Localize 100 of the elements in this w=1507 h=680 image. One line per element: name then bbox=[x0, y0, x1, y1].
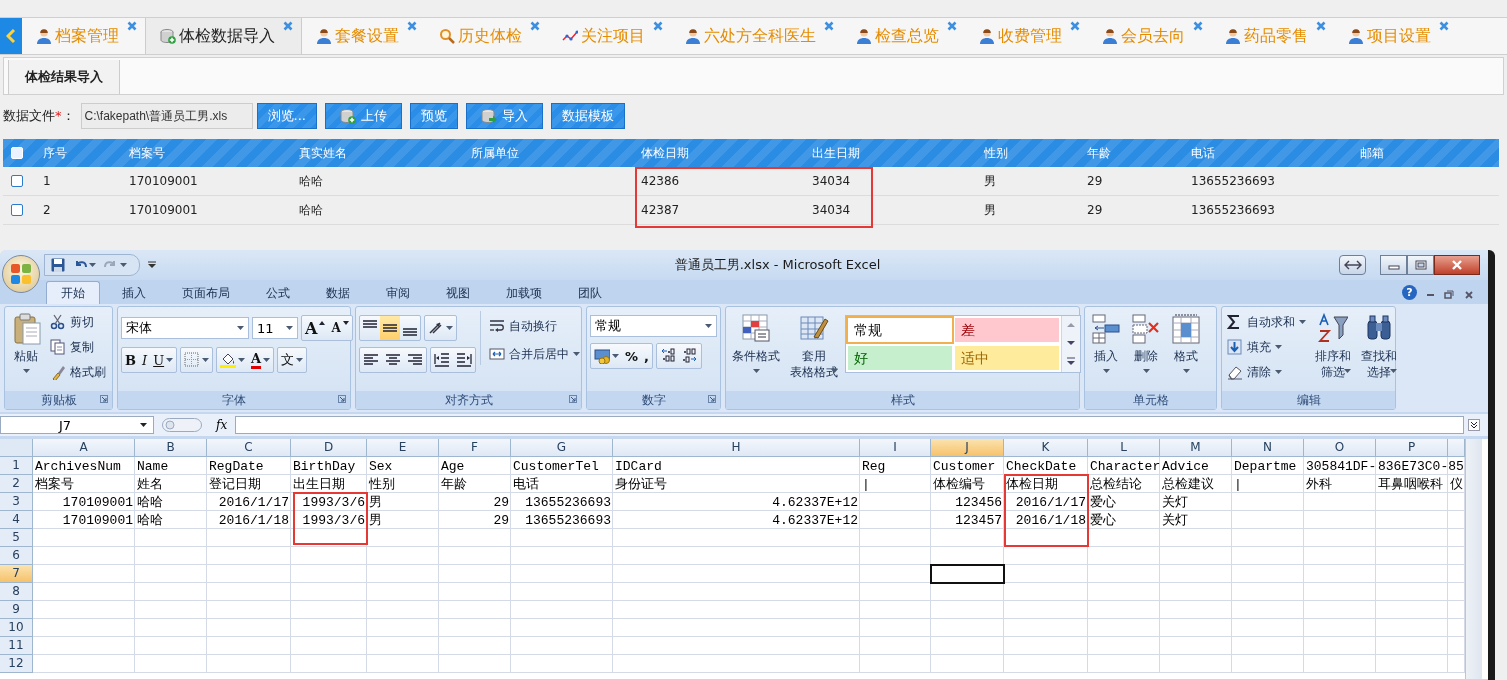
caret-icon bbox=[1344, 369, 1351, 373]
ribbon-button[interactable]: 填充 bbox=[1225, 336, 1308, 358]
column-header[interactable]: P bbox=[1376, 439, 1448, 457]
ribbon-button[interactable]: 删除 bbox=[1128, 311, 1164, 375]
name-box[interactable]: J7 bbox=[0, 416, 154, 434]
ribbon-tab[interactable]: 审阅 bbox=[372, 282, 424, 304]
ribbon-tab[interactable]: 视图 bbox=[432, 282, 484, 304]
column-header[interactable]: 档案号 bbox=[119, 144, 289, 162]
cell-text: 123457 bbox=[955, 511, 1002, 529]
column-header[interactable]: 真实姓名 bbox=[289, 144, 461, 162]
insert-function-button[interactable]: fx bbox=[212, 418, 232, 432]
ribbon-button[interactable]: 格式 bbox=[1168, 311, 1204, 375]
align-lines-icon bbox=[363, 320, 377, 328]
save-button[interactable] bbox=[49, 258, 67, 272]
column-header[interactable]: E bbox=[367, 439, 439, 457]
cell-text: 年龄 bbox=[441, 475, 467, 493]
tab[interactable]: 体检数据导入 bbox=[145, 18, 302, 54]
row-header[interactable]: 12 bbox=[0, 655, 33, 673]
bold-button[interactable]: B bbox=[122, 348, 139, 372]
row-header[interactable]: 10 bbox=[0, 619, 33, 637]
ribbon-button[interactable]: 清除 bbox=[1225, 361, 1308, 383]
number-format-dropdown[interactable]: 常规 bbox=[590, 315, 717, 337]
ribbon-tab[interactable]: 开始 bbox=[46, 281, 100, 304]
scrollbar[interactable] bbox=[1465, 439, 1482, 679]
column-header[interactable]: O bbox=[1304, 439, 1376, 457]
selected-cell[interactable] bbox=[931, 565, 1004, 583]
ribbon-button[interactable]: 自动换行 bbox=[487, 315, 582, 337]
column-header[interactable]: 所属单位 bbox=[461, 144, 631, 162]
column-header[interactable]: D bbox=[291, 439, 367, 457]
row-header[interactable]: 5 bbox=[0, 529, 33, 547]
copy-icon bbox=[50, 339, 66, 355]
ribbon-button[interactable]: 合并后居中 bbox=[487, 343, 582, 365]
row-header[interactable]: 9 bbox=[0, 601, 33, 619]
ribbon-tab[interactable]: 插入 bbox=[108, 282, 160, 304]
paste-button[interactable]: 粘贴 bbox=[8, 311, 44, 375]
column-header[interactable]: A bbox=[33, 439, 135, 457]
shrink-font-button[interactable]: A bbox=[328, 316, 352, 340]
column-header[interactable]: B bbox=[135, 439, 207, 457]
caret-icon bbox=[286, 326, 293, 330]
file-field[interactable]: C:\fakepath\普通员工男.xls bbox=[80, 103, 253, 129]
column-header[interactable]: M bbox=[1160, 439, 1232, 457]
font-size-dropdown[interactable]: 11 bbox=[252, 317, 298, 339]
column-header[interactable]: G bbox=[511, 439, 613, 457]
row-header[interactable]: 1 bbox=[0, 457, 33, 475]
column-header[interactable]: 电话 bbox=[1181, 144, 1350, 162]
font-name-dropdown[interactable]: 宋体 bbox=[121, 317, 249, 339]
ribbon-button[interactable]: 插入 bbox=[1088, 311, 1124, 375]
column-header[interactable]: I bbox=[860, 439, 931, 457]
ribbon-tab[interactable]: 公式 bbox=[252, 282, 304, 304]
column-header[interactable]: F bbox=[439, 439, 511, 457]
ribbon-button[interactable]: 条件格式 bbox=[729, 311, 783, 375]
column-header[interactable]: 年龄 bbox=[1077, 144, 1181, 162]
column-header[interactable]: K bbox=[1004, 439, 1088, 457]
row-header[interactable]: 7 bbox=[0, 565, 33, 583]
resize-button[interactable] bbox=[1339, 255, 1366, 275]
column-header[interactable]: 序号 bbox=[33, 144, 119, 162]
ribbon-button[interactable]: 复制 bbox=[48, 336, 108, 358]
ribbon-tab[interactable]: 数据 bbox=[312, 282, 364, 304]
row-header[interactable]: 6 bbox=[0, 547, 33, 565]
tab[interactable]: 体检结果导入 bbox=[8, 60, 120, 94]
formula-field[interactable] bbox=[235, 416, 1464, 434]
ribbon-button[interactable]: 剪切 bbox=[48, 311, 108, 333]
column-header[interactable]: N bbox=[1232, 439, 1304, 457]
cell-style[interactable]: 好 bbox=[848, 345, 952, 370]
italic-button[interactable]: I bbox=[139, 348, 151, 372]
checkbox[interactable] bbox=[11, 175, 23, 187]
column-header[interactable]: C bbox=[207, 439, 291, 457]
help-button[interactable]: ? bbox=[1402, 284, 1417, 300]
row-header[interactable]: 3 bbox=[0, 493, 33, 511]
cell-style[interactable]: 适中 bbox=[955, 345, 1059, 370]
column-header[interactable]: 出生日期 bbox=[802, 144, 974, 162]
back-button[interactable] bbox=[0, 18, 22, 54]
checkbox[interactable] bbox=[11, 204, 23, 216]
column-header[interactable]: 邮箱 bbox=[1350, 144, 1499, 162]
column-header[interactable]: L bbox=[1088, 439, 1160, 457]
minimize-button[interactable] bbox=[1380, 255, 1407, 275]
underline-button[interactable]: U bbox=[150, 348, 177, 372]
column-header[interactable]: H bbox=[613, 439, 860, 457]
align-button[interactable] bbox=[380, 316, 400, 340]
close-button[interactable] bbox=[1434, 255, 1480, 275]
row-header[interactable]: 8 bbox=[0, 583, 33, 601]
cell-style[interactable]: 差 bbox=[955, 318, 1059, 342]
percent-button[interactable]: % bbox=[622, 344, 642, 368]
ribbon-tab[interactable]: 页面布局 bbox=[168, 282, 244, 304]
row-header[interactable]: 2 bbox=[0, 475, 33, 493]
ribbon-button[interactable]: 自动求和 bbox=[1225, 311, 1308, 333]
ribbon-tab[interactable]: 加载项 bbox=[492, 282, 556, 304]
grow-font-button[interactable]: A bbox=[302, 316, 329, 340]
phonetic-button[interactable]: 文 bbox=[278, 348, 307, 372]
column-header[interactable]: J bbox=[931, 439, 1004, 457]
restore-button[interactable] bbox=[1407, 255, 1434, 275]
table-cell-text: 29 bbox=[1086, 174, 1104, 188]
caret-icon bbox=[1102, 369, 1110, 373]
ribbon-tab[interactable]: 团队 bbox=[564, 282, 616, 304]
row-header[interactable]: 4 bbox=[0, 511, 33, 529]
column-header[interactable]: 性别 bbox=[974, 144, 1077, 162]
row-header[interactable]: 11 bbox=[0, 637, 33, 655]
cell-text: 档案号 bbox=[35, 475, 74, 493]
ribbon-button[interactable]: 格式刷 bbox=[48, 361, 108, 383]
comma-button[interactable]: , bbox=[641, 344, 652, 368]
